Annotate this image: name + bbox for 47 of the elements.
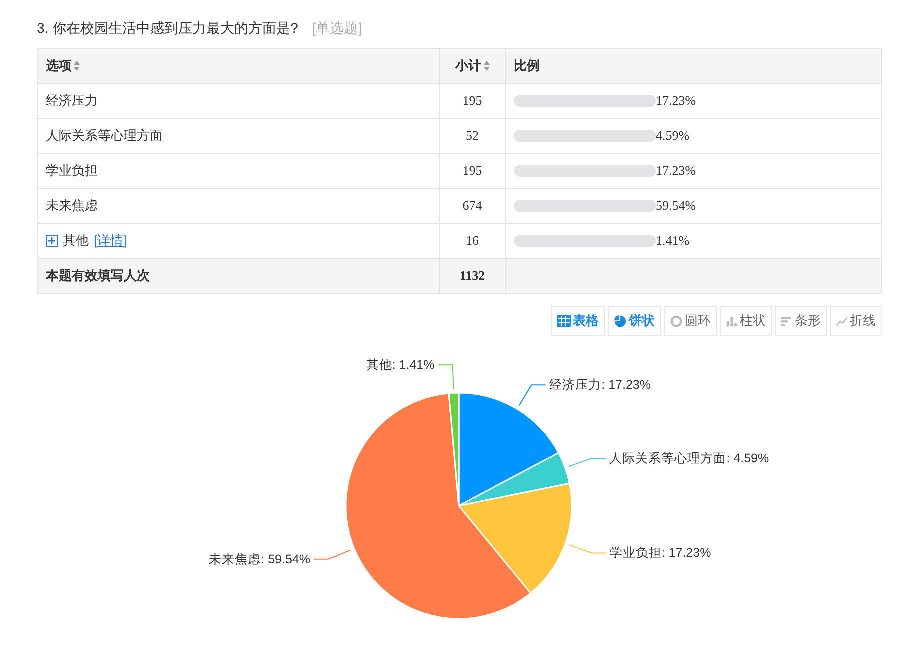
bar-chart-icon [781,316,793,326]
option-text: 未来焦虑 [46,197,98,215]
question-title: 3. 你在校园生活中感到压力最大的方面是? [37,20,298,38]
sort-icon[interactable] [484,61,490,71]
view-button[interactable]: 柱状 [720,306,772,336]
leader-line [568,458,606,468]
total-count: 1132 [460,268,486,283]
option-text: 经济压力 [46,92,98,110]
total-label: 本题有效填写人次 [46,268,150,283]
count-text: 674 [462,198,482,213]
view-button[interactable]: 圆环 [664,306,717,336]
count-text: 16 [466,233,479,248]
column-header[interactable]: 选项 [46,57,72,75]
option-text: 人际关系等心理方面 [46,127,163,145]
percent-text: 17.23% [656,92,696,108]
view-button[interactable]: 表格 [551,306,605,336]
percent-text: 1.41% [656,232,690,248]
count-text: 52 [466,128,479,143]
details-link[interactable]: [详情] [94,232,128,250]
ring-icon [670,314,683,328]
line-chart-icon [836,316,848,326]
slice-label: 经济压力: 17.23% [550,378,651,392]
view-button[interactable]: 饼状 [608,306,661,336]
column-chart-icon [726,316,738,326]
percent-text: 17.23% [656,162,696,178]
count-text: 195 [462,163,482,178]
leader-line [438,364,454,390]
view-button[interactable]: 条形 [775,306,827,336]
option-text: 学业负担 [46,162,98,180]
view-button[interactable]: 折线 [830,306,882,336]
leader-line [314,550,352,560]
grid-icon [557,315,571,327]
option-text: 其他 [63,232,89,250]
count-text: 195 [462,93,482,108]
leader-line [568,544,606,554]
question-type-tag: [单选题] [312,20,362,38]
column-header: 比例 [514,58,540,73]
slice-label: 学业负担: 17.23% [610,546,712,560]
slice-label: 其他: 1.41% [366,358,435,372]
percent-text: 4.59% [656,128,690,144]
slice-label: 未来焦虑: 59.54% [209,552,310,566]
leader-line [518,384,546,406]
sort-icon[interactable] [74,61,80,71]
pie-chart-icon [614,314,627,328]
expand-icon[interactable] [46,235,58,247]
percent-text: 59.54% [656,198,696,214]
slice-label: 人际关系等心理方面: 4.59% [610,451,770,466]
